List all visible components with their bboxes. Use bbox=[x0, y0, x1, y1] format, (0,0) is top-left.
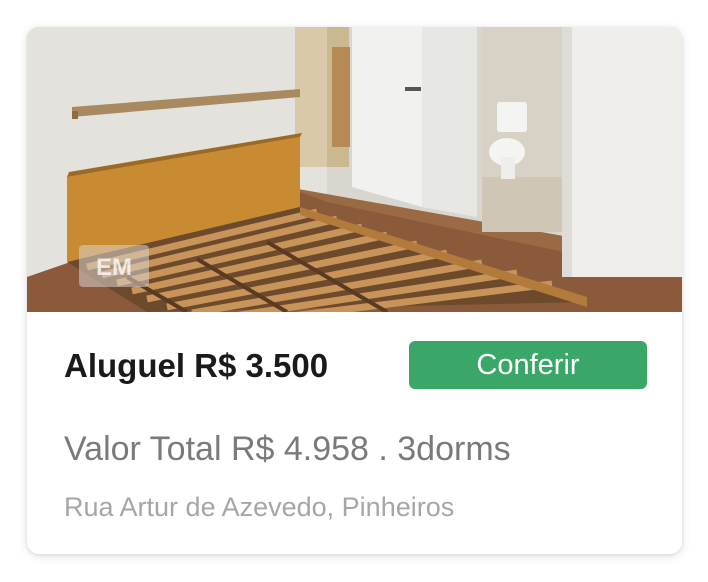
rent-price: Aluguel R$ 3.500 bbox=[64, 347, 329, 384]
listing-address: Rua Artur de Azevedo, Pinheiros bbox=[64, 492, 455, 522]
price-row: Aluguel R$ 3.500 Conferir bbox=[64, 341, 654, 391]
conferir-button[interactable]: Conferir bbox=[409, 341, 647, 389]
total-value-line: Valor Total R$ 4.958 . 3dorms bbox=[64, 430, 511, 468]
listing-photo[interactable]: EM bbox=[27, 27, 682, 312]
listing-card[interactable]: EM Aluguel R$ 3.500 Conferir Valor Total… bbox=[27, 27, 682, 554]
watermark-logo: EM bbox=[96, 254, 132, 281]
